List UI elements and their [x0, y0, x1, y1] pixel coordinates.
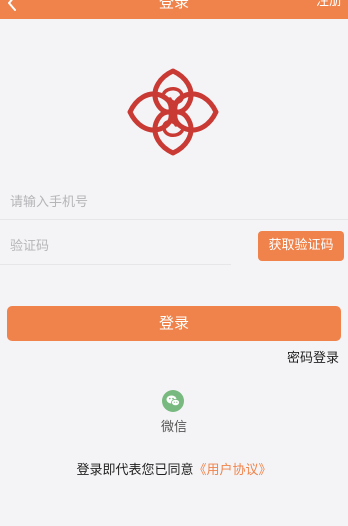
login-screen: 登录 注册 获取验证码 登录 密码登录 微信 登录即代表您已同意《用户协议: [0, 0, 348, 526]
agreement-text: 登录即代表您已同意《用户协议》: [0, 463, 348, 479]
quatrefoil-logo-icon: [127, 68, 219, 156]
password-login-link[interactable]: 密码登录: [287, 351, 339, 367]
get-verification-code-button[interactable]: 获取验证码: [258, 231, 344, 261]
page-title: 登录: [158, 0, 189, 11]
wechat-label: 微信: [160, 420, 187, 435]
phone-number-input[interactable]: [10, 186, 340, 218]
register-button[interactable]: 注册: [316, 0, 342, 11]
divider: [0, 264, 231, 265]
wechat-login-button[interactable]: [162, 390, 184, 412]
divider: [0, 219, 348, 220]
navigation-bar: 登录 注册: [0, 0, 348, 19]
agreement-prefix: 登录即代表您已同意: [76, 463, 194, 478]
user-agreement-link[interactable]: 《用户协议》: [194, 463, 272, 478]
wechat-icon: [166, 395, 180, 407]
verification-code-input[interactable]: [10, 230, 230, 262]
login-button[interactable]: 登录: [7, 306, 341, 341]
